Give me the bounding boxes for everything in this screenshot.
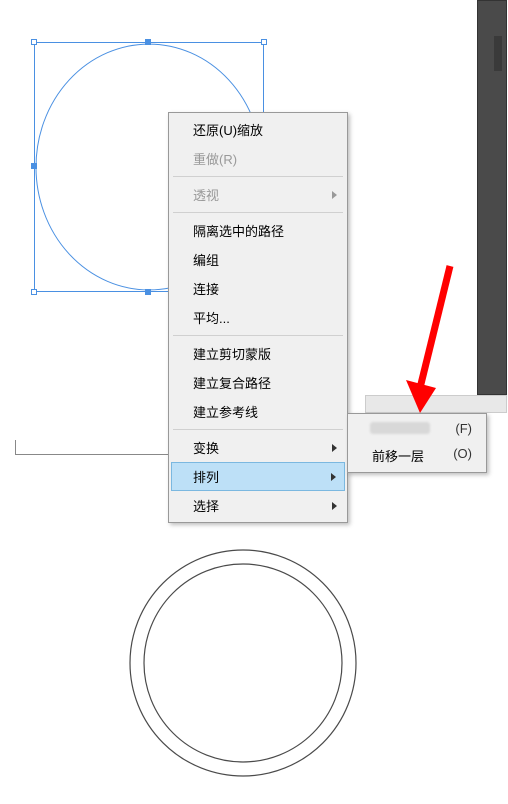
arrange-submenu: (F) 前移一层 (O) [347,413,487,473]
submenu-bring-forward[interactable]: 前移一层 (O) [350,441,484,470]
resize-handle-bl[interactable] [31,289,37,295]
shortcut-label: (O) [453,446,472,465]
chevron-right-icon [331,473,336,481]
submenu-bring-to-front[interactable]: (F) [350,416,484,441]
resize-handle-tl[interactable] [31,39,37,45]
menu-ungroup[interactable]: 编组 [171,245,345,274]
context-menu: 还原(U)缩放 重做(R) 透视 隔离选中的路径 编组 连接 平均... 建立剪… [168,112,348,523]
menu-separator [173,176,343,177]
menu-isolate[interactable]: 隔离选中的路径 [171,216,345,245]
chevron-right-icon [332,502,337,510]
menu-join[interactable]: 连接 [171,274,345,303]
menu-undo[interactable]: 还原(U)缩放 [171,115,345,144]
censored-area [370,422,430,434]
chevron-right-icon [332,191,337,199]
menu-redo: 重做(R) [171,144,345,173]
menu-arrange[interactable]: 排列 [171,462,345,491]
menu-compound[interactable]: 建立复合路径 [171,368,345,397]
ruler-horizontal [15,454,170,455]
submenu-label: 前移一层 [372,446,424,465]
status-bar [365,395,507,413]
menu-transform[interactable]: 变换 [171,433,345,462]
shortcut-label: (F) [455,421,472,436]
menu-clipmask[interactable]: 建立剪切蒙版 [171,339,345,368]
menu-separator [173,335,343,336]
menu-perspective: 透视 [171,180,345,209]
anchor-top[interactable] [146,40,151,45]
menu-separator [173,429,343,430]
result-ring-shape [128,548,358,778]
menu-guides[interactable]: 建立参考线 [171,397,345,426]
menu-select[interactable]: 选择 [171,491,345,520]
chevron-right-icon [332,444,337,452]
resize-handle-tr[interactable] [261,39,267,45]
ruler-corner [15,440,16,454]
anchor-bottom[interactable] [146,289,151,294]
menu-separator [173,212,343,213]
anchor-left[interactable] [32,164,37,169]
side-panel [477,0,507,395]
panel-scrollbar[interactable] [494,36,502,71]
menu-average[interactable]: 平均... [171,303,345,332]
